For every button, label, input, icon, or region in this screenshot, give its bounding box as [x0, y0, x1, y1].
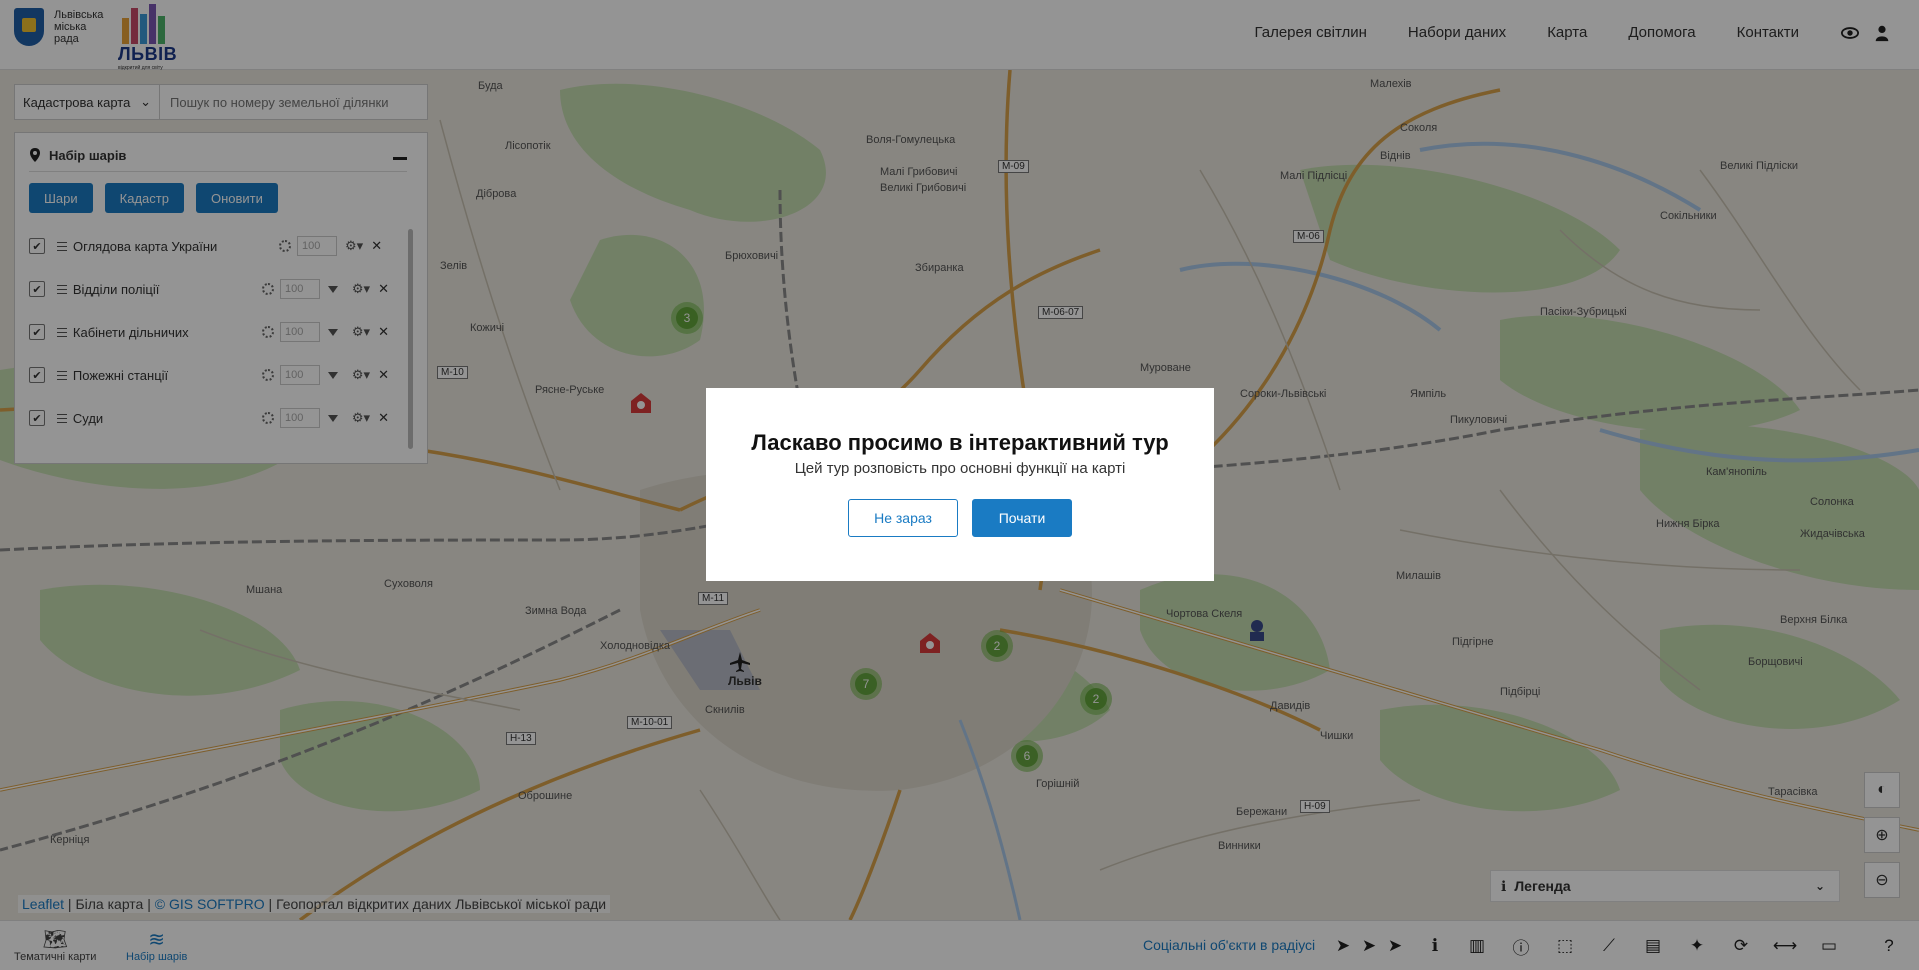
modal-buttons: Не зараз Почати: [706, 499, 1214, 537]
modal-subtitle: Цей тур розповість про основні функції н…: [794, 460, 1126, 477]
not-now-button[interactable]: Не зараз: [848, 499, 958, 537]
start-tour-button[interactable]: Почати: [972, 499, 1072, 537]
tour-modal: Ласкаво просимо в інтерактивний тур Цей …: [706, 388, 1214, 581]
modal-title: Ласкаво просимо в інтерактивний тур: [751, 430, 1169, 455]
